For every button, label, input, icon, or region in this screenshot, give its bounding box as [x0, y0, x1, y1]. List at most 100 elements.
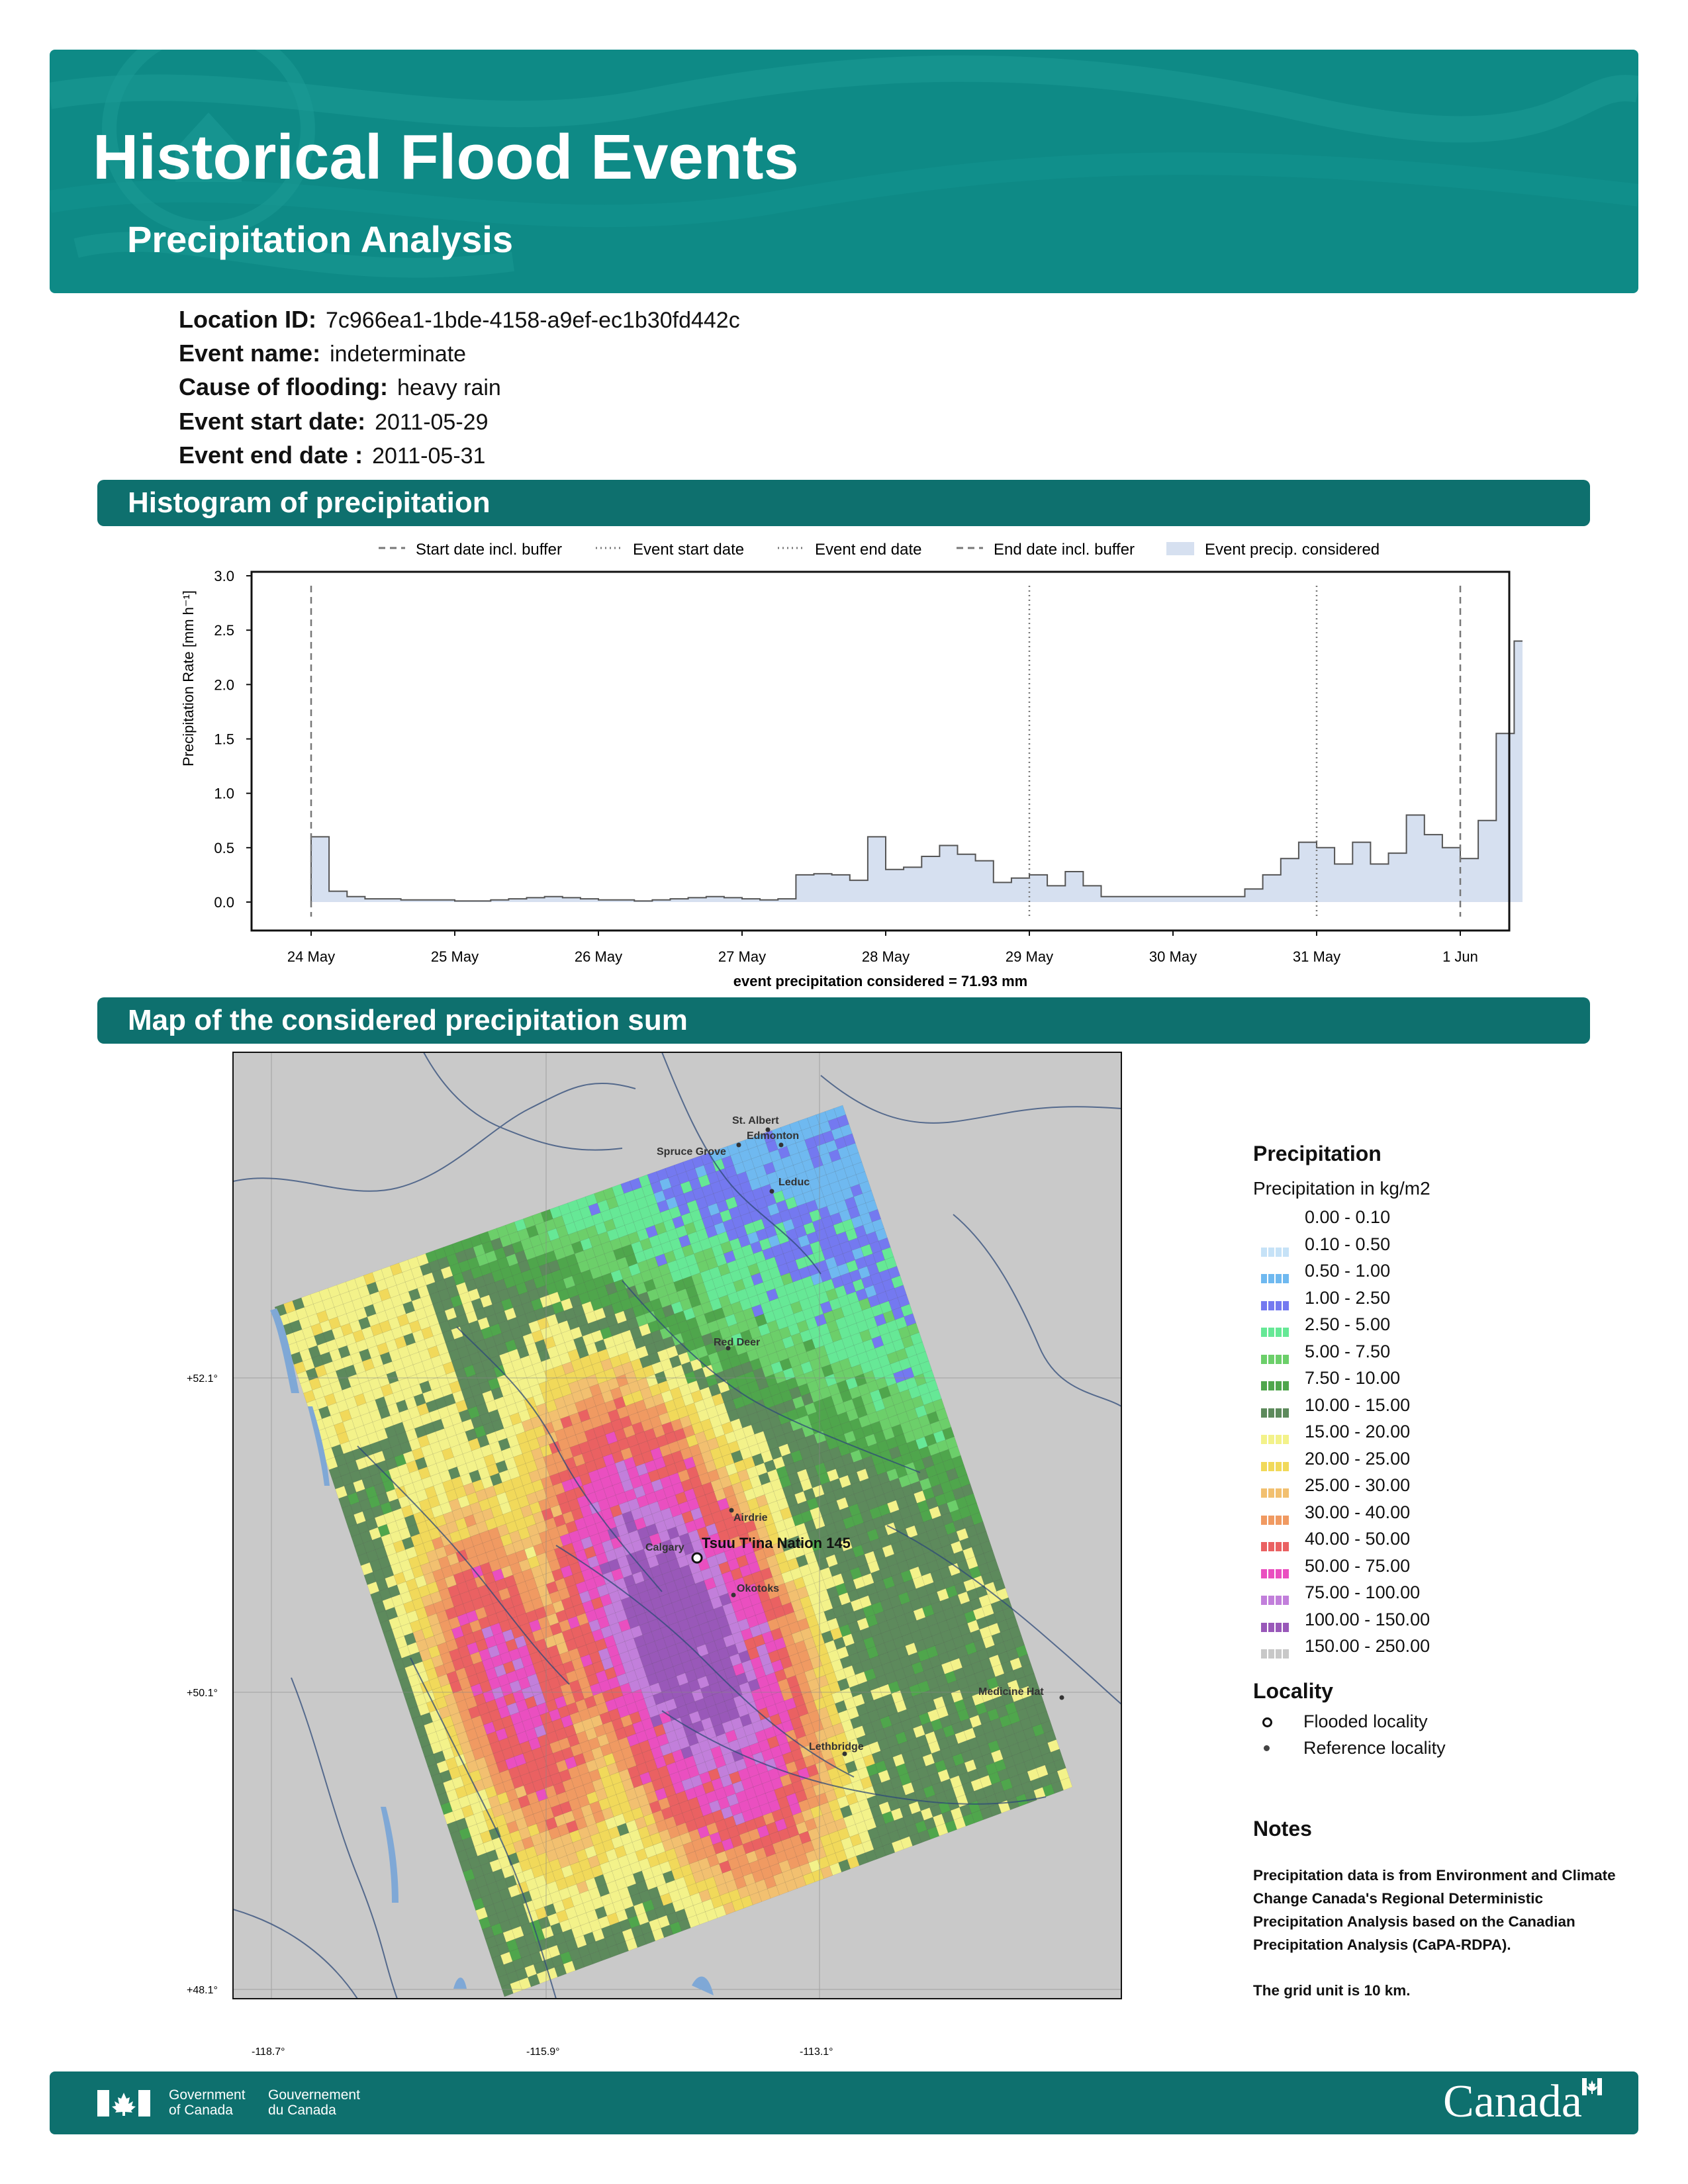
legend-label-start-buffer: Start date incl. buffer — [416, 541, 562, 559]
lon-tick-113: -113.1° — [800, 2046, 833, 2058]
precipitation-map: St. Albert Edmonton Spruce Grove Leduc R… — [187, 1052, 1122, 2058]
y-tick-label: 0.0 — [214, 894, 234, 911]
canada-wordmark: Canada — [1443, 2076, 1582, 2127]
x-tick-label: 24 May — [287, 948, 335, 965]
legend-item: 1.00 - 2.50 — [1253, 1287, 1624, 1314]
legend-swatch — [1261, 1214, 1290, 1230]
svg-text:Leduc: Leduc — [778, 1177, 810, 1188]
legend-item-label: 0.00 - 0.10 — [1305, 1207, 1391, 1227]
legend-swatch — [1261, 1643, 1290, 1659]
legend-item: 0.00 - 0.10 — [1253, 1206, 1624, 1233]
legend-reference-locality: Reference locality — [1253, 1737, 1624, 1763]
legend-item: 5.00 - 7.50 — [1253, 1340, 1624, 1367]
histogram-x-ticks: 24 May 25 May 26 May 27 May 28 May 29 May 30 M… — [287, 931, 1478, 965]
flooded-locality-icon — [1262, 1717, 1272, 1727]
svg-text:Calgary: Calgary — [645, 1542, 684, 1553]
x-tick-label: 29 May — [1006, 948, 1053, 965]
legend-item-label: 100.00 - 150.00 — [1305, 1609, 1430, 1629]
footer-bar: Government of Canada Gouvernement du Can… — [50, 2071, 1638, 2134]
legend-swatch — [1261, 1482, 1290, 1498]
svg-text:Lethbridge: Lethbridge — [809, 1741, 864, 1752]
legend-swatch — [1261, 1563, 1290, 1578]
lat-tick-48: +48.1° — [187, 1985, 218, 1996]
legend-item: 150.00 - 250.00 — [1253, 1635, 1624, 1662]
legend-item-label: 40.00 - 50.00 — [1305, 1529, 1411, 1549]
legend-title: Precipitation — [1253, 1142, 1382, 1165]
wordmark-flag-icon — [1582, 2078, 1602, 2095]
start-date-value: 2011-05-29 — [375, 410, 489, 435]
legend-item: 50.00 - 75.00 — [1253, 1555, 1624, 1582]
x-tick-label: 31 May — [1293, 948, 1340, 965]
location-id-label: Location ID: — [179, 306, 316, 333]
legend-item: 20.00 - 25.00 — [1253, 1447, 1624, 1475]
svg-text:St. Albert: St. Albert — [732, 1115, 779, 1126]
legend-item-label: 150.00 - 250.00 — [1305, 1636, 1430, 1656]
legend-label-event-start: Event start date — [633, 541, 744, 559]
legend-label-event-precip: Event precip. considered — [1205, 541, 1380, 559]
legend-swatch — [1261, 1295, 1290, 1310]
legend-swatch — [1261, 1535, 1290, 1551]
svg-text:Red Deer: Red Deer — [714, 1337, 760, 1348]
legend-item: 25.00 - 30.00 — [1253, 1474, 1624, 1501]
histogram-precip-area — [311, 641, 1523, 902]
legend-item: 7.50 - 10.00 — [1253, 1367, 1624, 1394]
legend-items: 0.00 - 0.10 0.10 - 0.50 0.50 - 1.00 1.00 - … — [1253, 1206, 1624, 1662]
legend-label-end-buffer: End date incl. buffer — [994, 541, 1135, 559]
histogram-legend: Start date incl. buffer Event start date… — [379, 541, 1380, 559]
legend-item-label: 0.50 - 1.00 — [1305, 1261, 1391, 1281]
legend-swatch — [1261, 1321, 1290, 1337]
histogram-section-title: Histogram of precipitation — [128, 486, 491, 519]
locality-calgary: Calgary — [645, 1542, 684, 1553]
gov-fr-label: Gouvernement du Canada — [268, 2087, 360, 2118]
legend-label-event-end: Event end date — [815, 541, 921, 559]
y-tick-label: 0.5 — [214, 840, 234, 856]
legend-item: 100.00 - 150.00 — [1253, 1608, 1624, 1635]
legend-flooded-locality: Flooded locality — [1253, 1710, 1624, 1737]
legend-item-label: 2.50 - 5.00 — [1305, 1314, 1391, 1334]
legend-item: 15.00 - 20.00 — [1253, 1420, 1624, 1447]
start-date-row: Event start date: 2011-05-29 — [179, 408, 488, 435]
svg-text:Tsuu T'ina Nation 145: Tsuu T'ina Nation 145 — [702, 1535, 851, 1551]
gov-en-label: Government of Canada — [169, 2087, 246, 2118]
legend-item: 2.50 - 5.00 — [1253, 1313, 1624, 1340]
y-tick-label: 2.0 — [214, 676, 234, 693]
cause-value: heavy rain — [397, 375, 501, 400]
location-id-value: 7c966ea1-1bde-4158-a9ef-ec1b30fd442c — [325, 308, 740, 333]
lon-tick-115: -115.9° — [526, 2046, 560, 2058]
cause-label: Cause of flooding: — [179, 373, 388, 400]
histogram-x-axis-label: event precipitation considered = 71.93 m… — [733, 973, 1027, 989]
legend-item: 10.00 - 15.00 — [1253, 1394, 1624, 1421]
precipitation-histogram: Start date incl. buffer Event start date… — [180, 541, 1523, 989]
legend-swatch-event-precip — [1166, 542, 1194, 555]
legend-item-label: 15.00 - 20.00 — [1305, 1422, 1411, 1441]
legend-swatch — [1261, 1616, 1290, 1632]
y-tick-label: 3.0 — [214, 568, 234, 584]
legend-item-label: 20.00 - 25.00 — [1305, 1448, 1411, 1469]
notes-text-data-source: Precipitation data is from Environment a… — [1253, 1867, 1616, 1953]
histogram-section-bar: Histogram of precipitation — [97, 480, 1590, 526]
notes-panel: Notes Precipitation data is from Environ… — [1253, 1817, 1624, 2002]
legend-item-label: 5.00 - 7.50 — [1305, 1341, 1391, 1361]
svg-text:Spruce Grove: Spruce Grove — [657, 1146, 726, 1158]
svg-text:Edmonton: Edmonton — [747, 1130, 799, 1142]
reference-locality-icon — [1264, 1745, 1270, 1751]
y-tick-label: 1.0 — [214, 786, 234, 802]
x-tick-label: 28 May — [862, 948, 910, 965]
notes-text-grid-unit: The grid unit is 10 km. — [1253, 1982, 1411, 1999]
event-name-value: indeterminate — [330, 341, 467, 367]
map-section-bar: Map of the considered precipitation sum — [97, 997, 1590, 1044]
start-date-label: Event start date: — [179, 408, 366, 435]
histogram-precip-line — [310, 640, 1523, 902]
location-id-row: Location ID: 7c966ea1-1bde-4158-a9ef-ec1b… — [179, 306, 740, 334]
legend-swatch — [1261, 1375, 1290, 1390]
x-tick-label: 1 Jun — [1442, 948, 1478, 965]
legend-swatch — [1261, 1509, 1290, 1525]
cause-row: Cause of flooding: heavy rain — [179, 373, 501, 401]
event-name-row: Event name: indeterminate — [179, 340, 466, 367]
legend-swatch — [1261, 1241, 1290, 1257]
legend-swatch — [1261, 1267, 1290, 1283]
page-title: Historical Flood Events — [93, 122, 799, 193]
header-banner: Historical Flood Events Precipitation An… — [50, 50, 1638, 293]
legend-swatch — [1261, 1428, 1290, 1444]
y-tick-label: 2.5 — [214, 622, 234, 639]
